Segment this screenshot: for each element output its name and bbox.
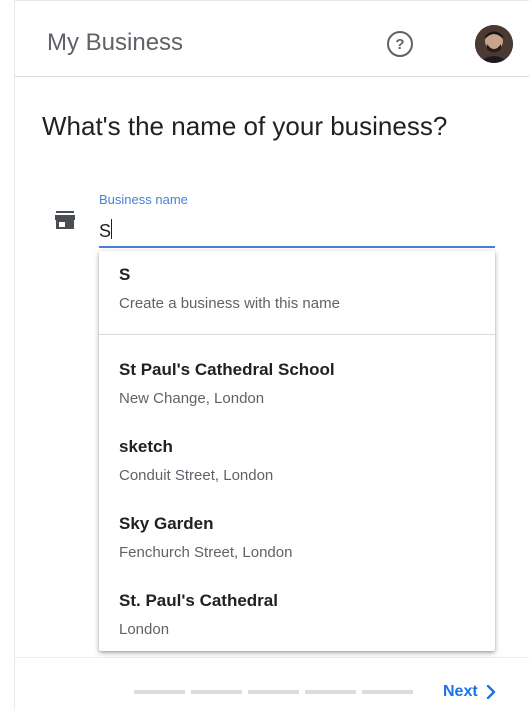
progress-indicator: [134, 690, 413, 694]
storefront-icon: [55, 211, 75, 229]
business-name-label: Business name: [99, 192, 188, 207]
suggestion-subtitle: Create a business with this name: [119, 295, 340, 312]
business-name-field[interactable]: Business name: [99, 191, 495, 249]
progress-step: [191, 690, 242, 694]
app-frame: My Business ? What's the name of your bu…: [14, 0, 529, 709]
page-heading: What's the name of your business?: [42, 111, 448, 141]
next-button[interactable]: Next: [443, 683, 496, 701]
next-label: Next: [443, 683, 478, 700]
progress-step: [134, 690, 185, 694]
chevron-right-icon: [486, 685, 495, 699]
business-name-input[interactable]: [99, 216, 495, 246]
suggestion-subtitle: New Change, London: [119, 390, 265, 407]
suggestion-item[interactable]: Sky Garden Fenchurch Street, London: [99, 514, 495, 561]
suggestion-item[interactable]: St Paul's Cathedral School New Change, L…: [99, 360, 495, 407]
text-caret: [111, 219, 112, 239]
help-icon[interactable]: ?: [387, 31, 413, 57]
suggestion-title: sketch: [119, 437, 173, 456]
suggestion-subtitle: London: [119, 621, 170, 638]
suggestion-title: S: [119, 265, 131, 284]
suggestion-item[interactable]: St. Paul's Cathedral London: [99, 591, 495, 638]
suggestion-title: St. Paul's Cathedral: [119, 591, 278, 610]
app-title: My Business: [47, 29, 184, 56]
suggestions-dropdown: S Create a business with this name St Pa…: [99, 251, 495, 651]
avatar[interactable]: [475, 25, 513, 63]
suggestion-item[interactable]: sketch Conduit Street, London: [99, 437, 495, 484]
suggestion-subtitle: Fenchurch Street, London: [119, 544, 293, 561]
suggestion-subtitle: Conduit Street, London: [119, 467, 274, 484]
suggestion-title: Sky Garden: [119, 514, 214, 533]
input-underline: [99, 246, 495, 248]
avatar-image: [475, 25, 513, 63]
suggestions-divider: [99, 334, 495, 335]
suggestion-create-option[interactable]: S Create a business with this name: [99, 265, 495, 312]
progress-step: [362, 690, 413, 694]
footer-divider: [15, 657, 529, 658]
top-bar: My Business ?: [15, 1, 529, 77]
progress-step: [248, 690, 299, 694]
suggestion-title: St Paul's Cathedral School: [119, 360, 335, 379]
progress-step: [305, 690, 356, 694]
